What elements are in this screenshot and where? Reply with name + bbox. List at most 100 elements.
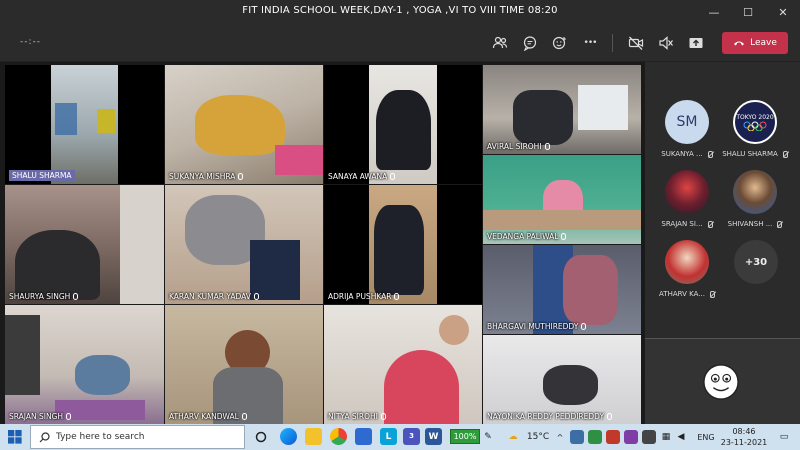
participant-name-label: AVIRAL SIROHI [487, 142, 550, 151]
edge-icon[interactable] [280, 428, 297, 445]
mic-icon [241, 413, 247, 420]
participant-name-label: VEDANGA PALIWAL [487, 232, 567, 241]
video-tile-atharv-kandwal[interactable]: ATHARV KANDWAL [165, 305, 323, 424]
pen-icon[interactable]: ✎ [483, 427, 493, 447]
weather-icon[interactable]: ☁ [505, 427, 521, 447]
mic-icon [544, 143, 550, 150]
tray-app-icon[interactable] [606, 430, 620, 444]
participant-name-label: NITYA SIROHI [328, 412, 386, 421]
more-options-button[interactable]: ••• [580, 33, 600, 53]
roster-item-shivansh[interactable]: SHIVANSH ... [720, 170, 790, 228]
roster-item-sukanya[interactable]: SM SUKANYA ... [652, 100, 722, 158]
participant-name-label: SRAJAN SINGH [9, 412, 72, 421]
video-tile-srajan-singh[interactable]: SRAJAN SINGH [5, 305, 164, 424]
video-tile-karan-kumar-yadav[interactable]: KARAN KUMAR YADAV [165, 185, 323, 304]
video-tile-shalu-sharma[interactable]: SHALU SHARMA [5, 65, 164, 184]
more-participants-button[interactable]: +30 [734, 240, 778, 284]
person-image [374, 205, 424, 295]
camera-toggle-button[interactable] [626, 33, 646, 53]
video-grid: SHALU SHARMA SUKANYA MISHRA SANAYA AWANA… [0, 62, 645, 424]
title-bar: FIT INDIA SCHOOL WEEK,DAY-1 , YOGA ,VI T… [0, 0, 800, 24]
person-image [97, 109, 115, 133]
participant-name-label: ATHARV KANDWAL [169, 412, 247, 421]
task-view-button[interactable] [253, 427, 269, 447]
video-tile-sanaya-awana[interactable]: SANAYA AWANA [324, 65, 482, 184]
avatar [665, 170, 709, 214]
maximize-button[interactable]: ☐ [731, 0, 765, 24]
teams-icon[interactable]: 3 [403, 428, 420, 445]
participant-name-label: NAYONIKA REDDY PEDDIREDDY [487, 412, 613, 421]
start-button[interactable] [6, 427, 24, 447]
chat-button[interactable] [520, 33, 540, 53]
video-tile-adrija-pushkar[interactable]: ADRIJA PUSHKAR [324, 185, 482, 304]
video-tile-vedanga-paliwal[interactable]: VEDANGA PALIWAL [483, 155, 641, 244]
avatar [665, 240, 709, 284]
chevron-up-icon[interactable]: ^ [556, 427, 564, 447]
roster-item-atharv[interactable]: ATHARV KA... [652, 240, 722, 298]
person-image [563, 255, 618, 325]
roster-item-shalu-sharma[interactable]: TOKYO 2020 SHALU SHARMA [720, 100, 790, 158]
phone-icon [734, 41, 745, 46]
video-tile-aviral-sirohi[interactable]: AVIRAL SIROHI [483, 65, 641, 154]
taskbar-clock[interactable]: 08:46 23-11-2021 [718, 426, 770, 448]
mic-icon [73, 293, 79, 300]
projector-screen-image [55, 103, 77, 135]
file-explorer-icon[interactable] [305, 428, 322, 445]
mic-icon [607, 413, 613, 420]
wall-image [120, 185, 164, 304]
close-button[interactable]: ✕ [766, 0, 800, 24]
taskbar-search-box[interactable]: Type here to search [30, 425, 245, 449]
share-screen-button[interactable] [686, 33, 706, 53]
notification-center-icon[interactable]: ▭ [776, 427, 792, 447]
olympic-rings-icon [743, 121, 767, 131]
mic-icon [238, 173, 244, 180]
roster-item-srajan[interactable]: SRAJAN SI... [652, 170, 722, 228]
word-icon[interactable]: W [425, 428, 442, 445]
reactions-button[interactable] [550, 33, 570, 53]
video-tile-sukanya-mishra[interactable]: SUKANYA MISHRA [165, 65, 323, 184]
person-image [543, 365, 598, 405]
weather-temperature[interactable]: 15°C [523, 427, 553, 447]
mic-off-icon [782, 150, 788, 158]
mic-icon [380, 413, 386, 420]
lens-app-icon[interactable]: L [380, 428, 397, 445]
person-image [15, 230, 100, 300]
language-indicator[interactable]: ENG [695, 427, 717, 447]
participant-name-label: SHAURYA SINGH [9, 292, 79, 301]
photos-icon[interactable] [355, 428, 372, 445]
bed-image [275, 145, 323, 175]
video-tile-nayonika-reddy-peddireddy[interactable]: NAYONIKA REDDY PEDDIREDDY [483, 335, 641, 424]
leave-label: Leave [750, 38, 777, 48]
roster-name: SUKANYA ... [661, 150, 703, 158]
person-image [513, 90, 573, 145]
mic-off-icon [709, 290, 715, 298]
self-view [645, 338, 800, 424]
mic-icon [390, 173, 396, 180]
mic-toggle-button[interactable] [656, 33, 676, 53]
chrome-icon[interactable] [330, 428, 347, 445]
search-icon [39, 431, 50, 442]
people-button[interactable] [490, 33, 510, 53]
leave-button[interactable]: Leave [722, 32, 788, 54]
mic-icon [66, 413, 72, 420]
person-face-image [439, 315, 469, 345]
participant-name-label: SHALU SHARMA [9, 170, 75, 181]
video-tile-nitya-sirohi[interactable]: NITYA SIROHI [324, 305, 482, 424]
bed-image [483, 210, 641, 230]
volume-icon[interactable]: ◀ [675, 427, 687, 447]
minimize-button[interactable]: — [697, 0, 731, 24]
toolbar-divider [612, 34, 613, 52]
chair-image [5, 315, 40, 395]
camera-off-icon [628, 36, 644, 50]
network-icon[interactable]: ▦ [660, 427, 672, 447]
participant-name-label: ADRIJA PUSHKAR [328, 292, 400, 301]
tray-app-icon[interactable] [588, 430, 602, 444]
tray-app-icon[interactable] [570, 430, 584, 444]
video-tile-shaurya-singh[interactable]: SHAURYA SINGH [5, 185, 164, 304]
clock-date: 23-11-2021 [720, 438, 768, 447]
share-icon [689, 38, 703, 48]
participant-name-label: SANAYA AWANA [328, 172, 396, 181]
video-tile-bhargavi-muthireddy[interactable]: BHARGAVI MUTHIREDDY [483, 245, 641, 334]
tray-app-icon[interactable] [642, 430, 656, 444]
onenote-icon[interactable] [624, 430, 638, 444]
